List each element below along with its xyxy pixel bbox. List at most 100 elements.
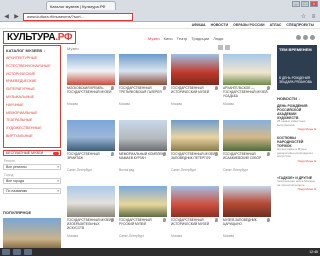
map-pin-icon[interactable] [163, 86, 166, 90]
map-pin-icon[interactable] [267, 86, 270, 90]
museum-photo[interactable] [171, 54, 219, 85]
news-more-link[interactable]: Подробнее ► [277, 127, 317, 131]
news-item[interactable]: Костюмы народностей Торжок На выставке в… [277, 136, 317, 163]
browser-tab[interactable]: Каталог музеев | Культура.РФ [46, 1, 116, 10]
site-logo[interactable]: КУЛЬТУРА.РФ [3, 31, 77, 44]
museum-photo[interactable] [119, 120, 167, 151]
news-item[interactable]: День рождения Российской академии художе… [277, 104, 317, 131]
news-item[interactable]: «Гадкое» и другие Театральная карта Моск… [277, 176, 317, 191]
museum-card[interactable]: Государственный музей изобразительных ис… [67, 186, 115, 238]
free-museums-filter[interactable]: БЕСПЛАТНЫЕ МУЗЕИ [3, 150, 61, 156]
catalog-item[interactable]: ХУДОЖЕСТВЕННЫЕ [6, 125, 58, 133]
museum-card[interactable]: Государственный музей-заповедник Петерго… [171, 120, 219, 172]
search-icon[interactable] [296, 35, 301, 40]
catalog-item[interactable]: НАУЧНЫЕ [6, 102, 58, 110]
topmenu-atlas[interactable]: АТЛАС [270, 23, 282, 27]
news-headline[interactable]: День рождения Российской академии художе… [277, 104, 317, 120]
museum-card[interactable]: Мемориальный комплекс Мамаев курган Волго… [119, 120, 167, 172]
star-icon[interactable]: ☆ [300, 13, 307, 20]
map-pin-icon[interactable] [215, 218, 218, 222]
museum-card[interactable]: Государственный Эрмитаж Санкт-Петербург [67, 120, 115, 172]
news-more-link[interactable]: Подробнее ► [277, 159, 317, 163]
popular-thumbnail[interactable] [3, 218, 61, 248]
news-title[interactable]: НОВОСТИ ↓ [277, 96, 300, 101]
arrow-right-icon[interactable]: ▶ [13, 13, 20, 20]
museum-name[interactable]: Государственный исторический музей [171, 218, 219, 234]
museum-card[interactable]: Архангельское — государственный музей-ус… [223, 54, 271, 106]
map-pin-icon[interactable] [267, 218, 270, 222]
header-link-museums[interactable]: Музеи [148, 36, 160, 41]
social-icon[interactable] [310, 35, 315, 40]
museum-card[interactable]: Московский Кремль-государственный музей М… [67, 54, 115, 106]
topmenu-special[interactable]: СПЕЦПРОЕКТЫ [286, 23, 314, 27]
catalog-title[interactable]: КАТАЛОГ МУЗЕЕВ ↓ [6, 48, 58, 53]
topmenu-images[interactable]: ОБРАЗЫ РОССИИ [233, 23, 264, 27]
museum-photo[interactable] [67, 54, 115, 85]
map-pin-icon[interactable] [163, 152, 166, 156]
museum-name[interactable]: Государственный Исаакиевский собор [223, 152, 271, 168]
header-link-theatre[interactable]: Театр [177, 36, 188, 41]
map-pin-icon[interactable] [111, 152, 114, 156]
catalog-item[interactable]: ИСТОРИЧЕСКИЕ [6, 71, 58, 79]
museum-name[interactable]: Московский Кремль-государственный музей [67, 86, 115, 102]
topmenu-news[interactable]: НОВОСТИ [211, 23, 229, 27]
news-more-link[interactable]: Подробнее ► [277, 187, 317, 191]
maximize-icon[interactable]: □ [301, 1, 309, 7]
museum-card[interactable]: Государственный Русский музей Санкт-Петер… [119, 186, 167, 238]
catalog-item[interactable]: АРХИТЕКТУРНЫЕ [6, 55, 58, 63]
header-link-people[interactable]: Люди [213, 36, 223, 41]
museum-photo[interactable] [171, 186, 219, 217]
catalog-item[interactable]: ТЕАТРАЛЬНЫЕ [6, 117, 58, 125]
catalog-item[interactable]: МЕМОРИАЛЬНЫЕ [6, 110, 58, 118]
user-icon[interactable] [303, 35, 308, 40]
museum-photo[interactable] [223, 54, 271, 85]
museum-card[interactable]: Государственный исторический музей Москва [171, 186, 219, 238]
sort-select[interactable]: По названию ▾ [3, 188, 61, 194]
museum-name[interactable]: Государственный Третьяковская галерея [119, 86, 167, 102]
map-pin-icon[interactable] [215, 152, 218, 156]
map-pin-icon[interactable] [163, 218, 166, 222]
map-pin-icon[interactable] [267, 152, 270, 156]
catalog-item[interactable]: ЛИТЕРАТУРНЫЕ [6, 86, 58, 94]
museum-photo[interactable] [119, 186, 167, 217]
museum-card[interactable]: Государственный Исаакиевский собор Санкт-… [223, 120, 271, 172]
museum-card[interactable]: Государственный исторический музей Москва [171, 54, 219, 106]
museum-name[interactable]: Государственный музей-заповедник Петерго… [171, 152, 219, 168]
grid-view-icon[interactable] [218, 45, 223, 50]
museum-name[interactable]: Государственный исторический музей [171, 86, 219, 102]
minimize-icon[interactable]: – [292, 1, 300, 7]
arrow-left-icon[interactable]: ◀ [3, 13, 10, 20]
meanwhile-box[interactable]: ТЕМ ВРЕМЕНЕМ В ДЕНЬ РОЖДЕНИЯ ЭЛЬДАРА РЯЗ… [277, 45, 317, 90]
catalog-item[interactable]: ЕСТЕСТВЕННОНАУЧНЫЕ [6, 63, 58, 71]
museum-name[interactable]: Государственный Русский музей [119, 218, 167, 234]
museum-photo[interactable] [223, 186, 271, 217]
catalog-item[interactable]: КРАЕВЕДЧЕСКИЕ [6, 78, 58, 86]
museum-name[interactable]: Музей-заповедник Царицыно [223, 218, 271, 234]
toggle-switch[interactable] [53, 151, 59, 155]
browser-icon[interactable] [24, 249, 32, 255]
museum-card[interactable]: Государственный Третьяковская галерея Мос… [119, 54, 167, 106]
map-pin-icon[interactable] [215, 86, 218, 90]
address-bar[interactable]: www.kultura.rf/museums/?sort... [23, 12, 133, 21]
museum-name[interactable]: Государственный Эрмитаж [67, 152, 115, 168]
map-pin-icon[interactable] [111, 218, 114, 222]
city-select[interactable]: Все города ▾ [3, 178, 61, 184]
header-link-traditions[interactable]: Традиции [191, 36, 209, 41]
museum-name[interactable]: Государственный музей изобразительных ис… [67, 218, 115, 234]
header-link-cinema[interactable]: Кино [164, 36, 173, 41]
topmenu-afisha[interactable]: АФИША [192, 23, 206, 27]
explorer-icon[interactable] [13, 249, 21, 255]
museum-photo[interactable] [119, 54, 167, 85]
museum-photo[interactable] [223, 120, 271, 151]
museum-photo[interactable] [171, 120, 219, 151]
museum-card[interactable]: Музей-заповедник Царицыно Москва [223, 186, 271, 238]
map-pin-icon[interactable] [111, 86, 114, 90]
list-view-icon[interactable] [225, 45, 230, 50]
museum-photo[interactable] [67, 186, 115, 217]
menu-icon[interactable]: ≡ [310, 14, 317, 20]
catalog-item[interactable]: ВИРТУАЛЬНЫЕ [6, 133, 58, 141]
museum-name[interactable]: Архангельское — государственный музей-ус… [223, 86, 271, 102]
region-select[interactable]: Все регионы ▾ [3, 164, 61, 170]
museum-photo[interactable] [67, 120, 115, 151]
catalog-item[interactable]: МУЗЫКАЛЬНЫЕ [6, 94, 58, 102]
